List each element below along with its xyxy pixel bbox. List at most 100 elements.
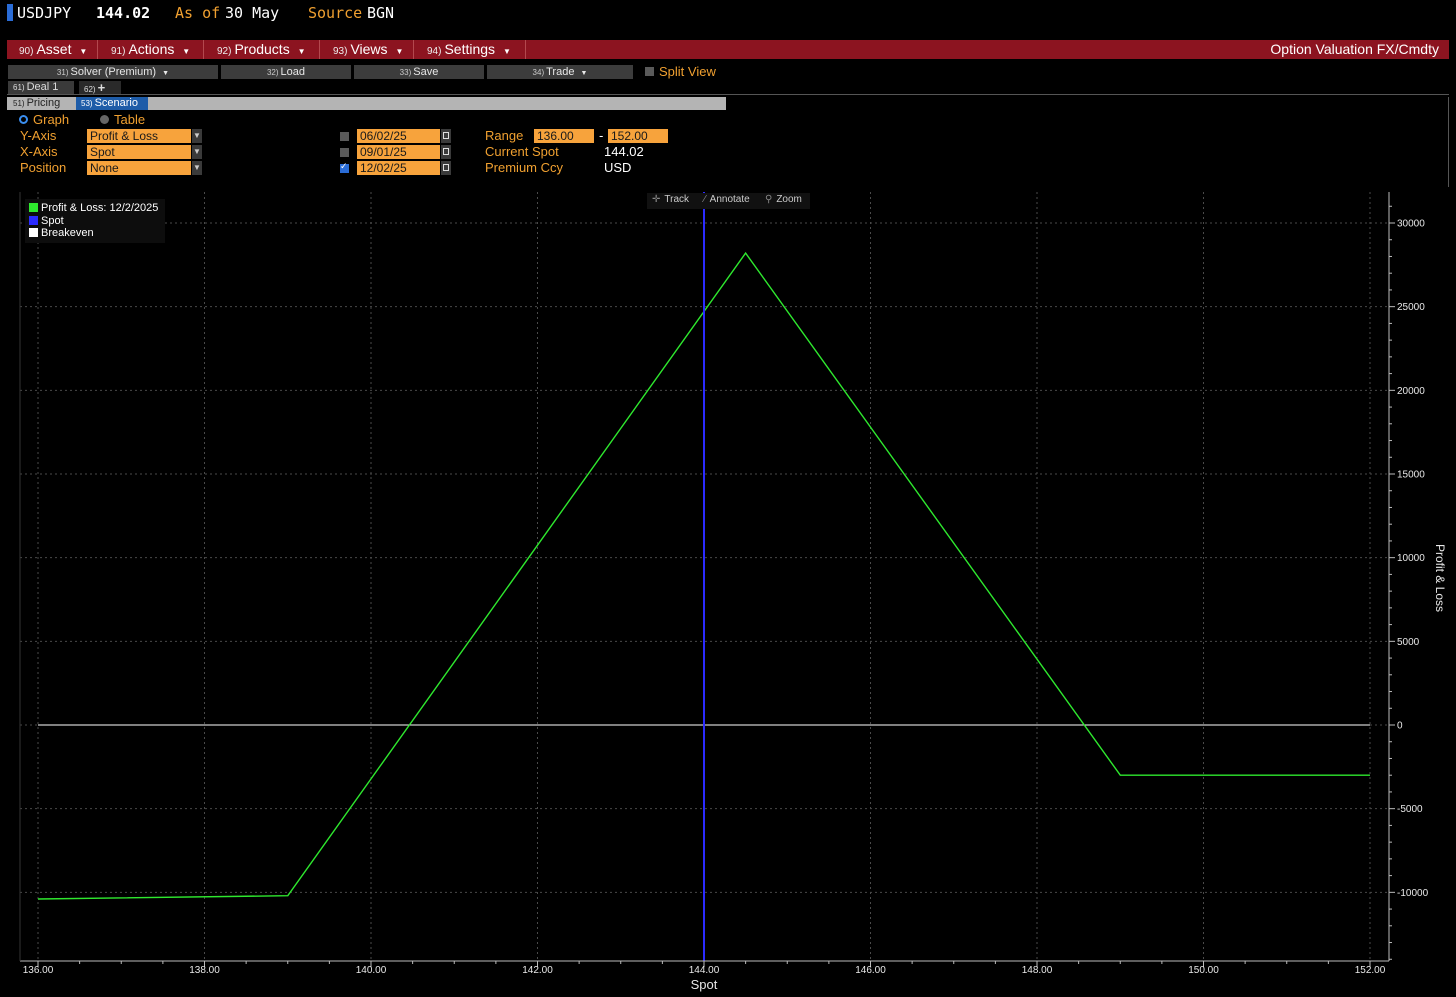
window-title: Option Valuation FX/Cmdty [1270,41,1439,57]
pencil-icon: ⁄ [704,194,706,205]
caret-down-icon: ▼ [162,70,170,77]
y-tick-labels: 30000 25000 20000 15000 10000 5000 0 -5000 -1000… [1397,219,1429,899]
xaxis-label: X-Axis [20,144,58,159]
asof-label: As of [175,4,221,22]
tab-add-deal[interactable]: 62) + [79,81,121,94]
legend-pnl[interactable]: Profit & Loss: 12/2/2025 [29,202,158,214]
save-button[interactable]: 33) Save [354,65,484,79]
date-2-checkbox[interactable] [340,148,349,157]
y-tick-label: 10000 [1397,553,1425,564]
load-button[interactable]: 32) Load [221,65,351,79]
date-3-field[interactable]: 12/02/25 [357,161,440,175]
source-value[interactable]: BGN [367,4,394,22]
table-radio-label[interactable]: Table [114,112,145,127]
date-2-field[interactable]: 09/01/25 [357,145,440,159]
x-tick-labels: 136.00 138.00 140.00 142.00 144.00 146.00 148.… [23,965,1386,976]
menu-divider [97,40,98,59]
tab-scenario[interactable]: 53) Scenario [76,97,148,110]
legend-swatch-pnl [29,203,38,212]
caret-down-icon: ▼ [580,70,588,77]
x-tick-label: 138.00 [189,965,220,976]
y-tick-label: 5000 [1397,637,1420,648]
caret-down-icon: ▼ [297,47,306,56]
y-tick-label: 25000 [1397,302,1425,313]
legend-breakeven[interactable]: Breakeven [29,227,94,239]
x-axis-label: Spot [691,977,718,992]
range-separator: - [599,128,604,143]
trade-button[interactable]: 34) Trade ▼ [487,65,633,79]
pnl-chart[interactable]: 136.00 138.00 140.00 142.00 144.00 146.00 148.… [0,185,1456,997]
premium-ccy-value: USD [604,160,632,175]
caret-down-icon[interactable]: ▼ [192,145,202,159]
x-tick-label: 150.00 [1188,965,1219,976]
track-button[interactable]: ✛ Track [652,194,689,205]
calendar-icon[interactable] [441,145,451,159]
current-spot-value: 144.02 [604,144,644,159]
range-label: Range [485,128,524,143]
tab-deal-1[interactable]: 61) Deal 1 [8,81,74,94]
caret-down-icon[interactable]: ▼ [192,129,202,143]
asof-date[interactable]: 30 May [225,4,279,22]
calendar-icon[interactable] [441,161,451,175]
zoom-button[interactable]: ⚲ Zoom [765,194,802,205]
menu-divider [525,40,526,59]
caret-down-icon: ▼ [395,47,404,56]
solver-button[interactable]: 31) Solver (Premium) ▼ [8,65,218,79]
split-view-checkbox[interactable] [645,67,654,76]
range-max-field[interactable]: 152.00 [608,129,668,143]
split-view-label[interactable]: Split View [659,64,716,79]
ticker-marker [7,4,13,21]
x-tick-label: 140.00 [356,965,387,976]
legend-swatch-spot [29,216,38,225]
menu-asset[interactable]: 90) Asset ▼ [19,40,87,59]
x-tick-label: 146.00 [855,965,886,976]
chart-legend: Profit & Loss: 12/2/2025 Spot Breakeven [25,199,165,243]
x-tick-label: 142.00 [522,965,553,976]
table-radio[interactable] [100,115,109,124]
header-bar: USDJPY 144.02 As of 30 May Source BGN [0,0,1456,26]
position-select[interactable]: None [87,161,191,175]
y-tick-label: 15000 [1397,470,1425,481]
y-tick-label: 30000 [1397,219,1425,230]
tab-pricing[interactable]: 51) Pricing [8,97,72,110]
menu-views[interactable]: 93) Views ▼ [333,40,403,59]
current-spot-label: Current Spot [485,144,559,159]
caret-down-icon: ▼ [502,47,511,56]
y-tick-label: 0 [1397,721,1403,732]
deal-tabs-rule [7,94,1449,95]
y-tick-label: -10000 [1397,888,1429,899]
yaxis-label: Y-Axis [20,128,57,143]
date-1-field[interactable]: 06/02/25 [357,129,440,143]
caret-down-icon: ▼ [79,47,88,56]
graph-radio-label[interactable]: Graph [33,112,69,127]
menu-settings[interactable]: 94) Settings ▼ [427,40,511,59]
right-edge-rule [1448,97,1449,187]
caret-down-icon[interactable]: ▼ [192,161,202,175]
date-1-checkbox[interactable] [340,132,349,141]
range-min-field[interactable]: 136.00 [534,129,594,143]
chart-axes [19,192,1395,967]
calendar-icon[interactable] [441,129,451,143]
caret-down-icon: ▼ [182,47,191,56]
x-tick-label: 144.00 [689,965,720,976]
yaxis-select[interactable]: Profit & Loss [87,129,191,143]
y-tick-label: -5000 [1397,804,1423,815]
x-tick-label: 148.00 [1022,965,1053,976]
date-3-checkbox[interactable] [340,161,349,173]
chart-toolbar: ✛ Track ⁄ Annotate ⚲ Zoom [647,193,810,209]
graph-radio[interactable] [19,115,28,124]
menu-products[interactable]: 92) Products ▼ [217,40,306,59]
legend-spot[interactable]: Spot [29,215,64,227]
menu-bar: 90) Asset ▼ 91) Actions ▼ 92) Products ▼ 93… [7,40,1449,59]
menu-divider [413,40,414,59]
magnifier-icon: ⚲ [765,194,773,205]
price: 144.02 [96,4,151,22]
menu-actions[interactable]: 91) Actions ▼ [111,40,190,59]
ticker[interactable]: USDJPY [17,4,71,22]
legend-swatch-breakeven [29,228,38,237]
position-label: Position [20,160,67,175]
source-label: Source [308,4,363,22]
annotate-button[interactable]: ⁄ Annotate [704,194,750,205]
xaxis-select[interactable]: Spot [87,145,191,159]
menu-divider [319,40,320,59]
